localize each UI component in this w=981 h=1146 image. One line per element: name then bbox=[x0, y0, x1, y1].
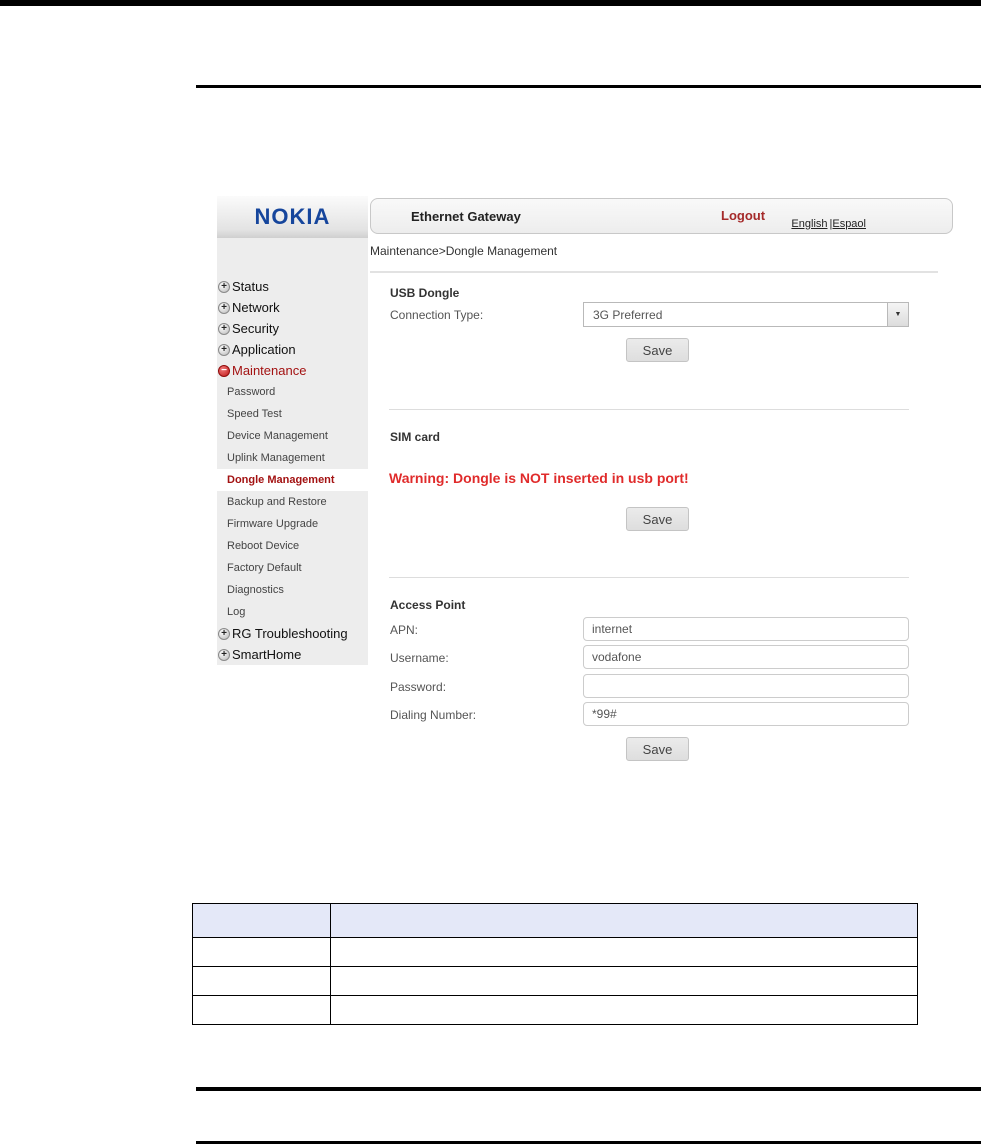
sidebar-item-label: Backup and Restore bbox=[227, 496, 327, 508]
sidebar-item-label: Log bbox=[227, 606, 246, 618]
table-cell bbox=[192, 937, 331, 967]
table-header-row bbox=[192, 903, 918, 938]
language-switcher: English |Espaol bbox=[789, 218, 866, 230]
table-cell bbox=[330, 937, 918, 967]
password-field[interactable] bbox=[583, 674, 909, 698]
header-bar: Ethernet Gateway Logout English |Espaol bbox=[370, 198, 953, 234]
sidebar-item-label: Uplink Management bbox=[227, 452, 325, 464]
sidebar-item-label: Maintenance bbox=[232, 363, 307, 378]
sidebar-item-label: Status bbox=[232, 279, 269, 294]
table-row bbox=[192, 937, 918, 967]
sidebar-item-uplink-management[interactable]: Uplink Management bbox=[217, 447, 368, 469]
sidebar-item-label: Network bbox=[232, 300, 280, 315]
sidebar-item-label: Dongle Management bbox=[227, 474, 335, 486]
breadcrumb: Maintenance>Dongle Management bbox=[370, 244, 558, 258]
sidebar-item-label: Factory Default bbox=[227, 562, 302, 574]
password-label: Password: bbox=[390, 680, 447, 694]
sim-card-section-title: SIM card bbox=[390, 430, 441, 444]
table-cell bbox=[192, 995, 331, 1025]
sidebar-item-label: Speed Test bbox=[227, 408, 282, 420]
chevron-down-icon: ▼ bbox=[887, 303, 908, 326]
table-row bbox=[192, 966, 918, 996]
sidebar-item-diagnostics[interactable]: Diagnostics bbox=[217, 579, 368, 601]
connection-type-value: 3G Preferred bbox=[593, 308, 663, 322]
logo-box: NOKIA bbox=[217, 196, 368, 238]
sidebar-item-label: Application bbox=[232, 342, 296, 357]
expand-icon[interactable]: + bbox=[218, 301, 230, 314]
sidebar-item-label: Firmware Upgrade bbox=[227, 518, 319, 530]
bottom-rule bbox=[196, 1141, 981, 1144]
sidebar-item-application[interactable]: + Application bbox=[217, 339, 368, 360]
table-header-cell bbox=[330, 903, 918, 938]
breadcrumb-divider bbox=[370, 271, 938, 273]
connection-type-label: Connection Type: bbox=[390, 308, 484, 322]
footer-rule bbox=[196, 1087, 981, 1091]
dialing-number-field[interactable] bbox=[583, 702, 909, 726]
dialing-number-label: Dialing Number: bbox=[390, 708, 477, 722]
apn-label: APN: bbox=[390, 623, 419, 637]
description-table bbox=[192, 903, 918, 1025]
sidebar-item-label: RG Troubleshooting bbox=[232, 626, 348, 641]
table-cell bbox=[330, 966, 918, 996]
username-field[interactable] bbox=[583, 645, 909, 669]
sidebar-item-label: Password bbox=[227, 386, 276, 398]
save-button-access-point[interactable]: Save bbox=[626, 737, 689, 761]
username-label: Username: bbox=[390, 651, 449, 665]
collapse-icon[interactable]: − bbox=[218, 364, 230, 377]
save-button-usb-dongle[interactable]: Save bbox=[626, 338, 689, 362]
usb-dongle-section-title: USB Dongle bbox=[390, 286, 460, 300]
sidebar-item-label: Security bbox=[232, 321, 279, 336]
apn-field[interactable] bbox=[583, 617, 909, 641]
expand-icon[interactable]: + bbox=[218, 280, 230, 293]
sidebar-item-speed-test[interactable]: Speed Test bbox=[217, 403, 368, 425]
sidebar-item-status[interactable]: + Status bbox=[217, 276, 368, 297]
header-rule bbox=[196, 85, 981, 88]
sidebar-item-label: Diagnostics bbox=[227, 584, 284, 596]
router-ui-screenshot: NOKIA + Status + Network + Security + Ap… bbox=[217, 196, 955, 776]
table-cell bbox=[330, 995, 918, 1025]
sidebar-item-dongle-management[interactable]: Dongle Management bbox=[217, 469, 368, 491]
save-button-sim-card[interactable]: Save bbox=[626, 507, 689, 531]
sidebar-item-rg-troubleshooting[interactable]: + RG Troubleshooting bbox=[217, 623, 368, 644]
sidebar-item-network[interactable]: + Network bbox=[217, 297, 368, 318]
expand-icon[interactable]: + bbox=[218, 648, 230, 661]
table-header-cell bbox=[192, 903, 331, 938]
logout-link[interactable]: Logout bbox=[721, 208, 765, 223]
sidebar-item-label: Device Management bbox=[227, 430, 328, 442]
nokia-logo: NOKIA bbox=[254, 204, 331, 229]
table-row bbox=[192, 995, 918, 1025]
expand-icon[interactable]: + bbox=[218, 322, 230, 335]
expand-icon[interactable]: + bbox=[218, 343, 230, 356]
document-page: NOKIA + Status + Network + Security + Ap… bbox=[0, 0, 981, 1146]
page-title: Ethernet Gateway bbox=[411, 209, 521, 224]
section-divider bbox=[389, 409, 909, 410]
sidebar-item-firmware-upgrade[interactable]: Firmware Upgrade bbox=[217, 513, 368, 535]
access-point-section-title: Access Point bbox=[390, 598, 466, 612]
expand-icon[interactable]: + bbox=[218, 627, 230, 640]
sidebar-item-maintenance[interactable]: − Maintenance bbox=[217, 360, 368, 381]
language-english-link[interactable]: English bbox=[791, 218, 827, 230]
sidebar-item-security[interactable]: + Security bbox=[217, 318, 368, 339]
sidebar-item-reboot-device[interactable]: Reboot Device bbox=[217, 535, 368, 557]
sidebar-item-log[interactable]: Log bbox=[217, 601, 368, 623]
sidebar-item-factory-default[interactable]: Factory Default bbox=[217, 557, 368, 579]
section-divider bbox=[389, 577, 909, 578]
connection-type-select[interactable]: 3G Preferred ▼ bbox=[583, 302, 909, 327]
language-spanish-link[interactable]: |Espaol bbox=[830, 218, 867, 230]
sidebar-item-password[interactable]: Password bbox=[217, 381, 368, 403]
top-black-bar bbox=[0, 0, 981, 6]
table-cell bbox=[192, 966, 331, 996]
sidebar-item-label: SmartHome bbox=[232, 647, 302, 662]
sidebar-item-backup-and-restore[interactable]: Backup and Restore bbox=[217, 491, 368, 513]
sidebar: + Status + Network + Security + Applicat… bbox=[217, 238, 368, 665]
sidebar-item-smarthome[interactable]: + SmartHome bbox=[217, 644, 368, 665]
sidebar-item-label: Reboot Device bbox=[227, 540, 300, 552]
dongle-warning-message: Warning: Dongle is NOT inserted in usb p… bbox=[389, 470, 689, 486]
sidebar-item-device-management[interactable]: Device Management bbox=[217, 425, 368, 447]
